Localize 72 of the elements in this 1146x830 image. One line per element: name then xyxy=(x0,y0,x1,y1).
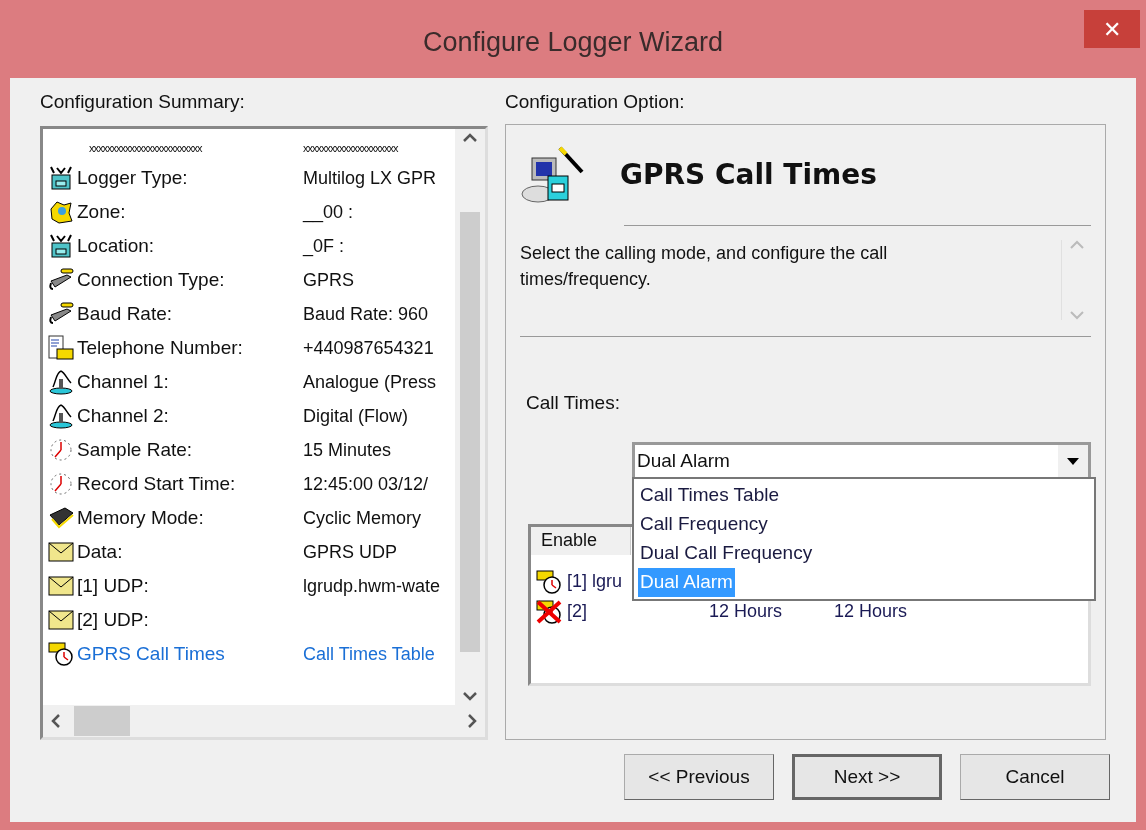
summary-label: Logger Type: xyxy=(77,165,189,190)
column-header: Enable xyxy=(531,526,631,555)
scroll-down-icon[interactable] xyxy=(463,692,477,701)
summary-label: GPRS Call Times xyxy=(77,641,226,666)
vertical-scrollbar[interactable] xyxy=(455,129,485,705)
scrollbar-thumb[interactable] xyxy=(460,212,480,652)
dropdown-option[interactable]: Call Times Table xyxy=(638,481,782,510)
summary-label: Sample Rate: xyxy=(77,437,194,462)
table-cell-text: [2] xyxy=(567,600,587,623)
section-label: Configuration Summary: xyxy=(40,90,246,114)
summary-value: GPRS xyxy=(303,268,354,292)
summary-label: Channel 1: xyxy=(77,369,170,394)
summary-label: Connection Type: xyxy=(77,267,226,292)
phone-clock-icon xyxy=(47,641,75,667)
summary-label: Memory Mode: xyxy=(77,505,205,530)
caret-icon xyxy=(1067,458,1079,465)
sensor-icon xyxy=(47,403,75,429)
close-button[interactable]: ✕ xyxy=(1084,10,1140,48)
scroll-left-icon[interactable] xyxy=(51,714,60,728)
summary-value: lgrudp.hwm-wate xyxy=(303,574,441,598)
connector-icon xyxy=(47,267,75,293)
summary-value: +440987654321 xyxy=(303,336,434,360)
table-cell-text: 12 Hours xyxy=(709,600,783,623)
summary-value: Cyclic Memory xyxy=(303,506,421,530)
clock-icon xyxy=(47,437,75,463)
summary-value: Call Times Table xyxy=(303,642,435,666)
connector-icon xyxy=(47,301,75,327)
summary-value: Baud Rate: 960 xyxy=(303,302,429,326)
summary-label: Data: xyxy=(77,539,124,564)
wizard-button[interactable]: << Previous xyxy=(624,754,774,800)
header-text: xxxxxxxxxxxxxxxxxxxxxxxxx xyxy=(89,140,203,156)
summary-label: Location: xyxy=(77,233,156,258)
wizard-button[interactable]: Next >> xyxy=(792,754,942,800)
wizard-button[interactable]: Cancel xyxy=(960,754,1110,800)
option-description: Select the calling mode, and configure the call times/frequency. xyxy=(520,242,889,291)
table-cell-text: [1] lgru xyxy=(567,570,623,593)
horizontal-scrollbar[interactable] xyxy=(43,705,485,737)
summary-value: 15 Minutes xyxy=(303,438,392,462)
envelope-icon xyxy=(47,573,75,599)
scrollbar-thumb[interactable] xyxy=(74,706,130,736)
sensor-icon xyxy=(47,369,75,395)
summary-value: GPRS UDP xyxy=(303,540,398,564)
summary-label: [1] UDP: xyxy=(77,573,150,598)
summary-value: __00 : xyxy=(303,200,354,225)
summary-value: Multilog LX GPR xyxy=(303,166,437,190)
summary-label: Channel 2: xyxy=(77,403,170,428)
summary-value: _0F : xyxy=(303,234,345,259)
summary-value: Digital (Flow) xyxy=(303,404,408,428)
summary-label: Zone: xyxy=(77,199,127,224)
call-times-label: Call Times: xyxy=(526,391,621,415)
option-title: GPRS Call Times xyxy=(620,157,877,193)
summary-value: Analogue (Press xyxy=(303,370,437,394)
antenna-logger-icon xyxy=(47,165,75,191)
summary-label: Baud Rate: xyxy=(77,301,174,326)
header-text: xxxxxxxxxxxxxxxxxxxxx xyxy=(303,140,398,156)
memory-chip-icon xyxy=(47,505,75,531)
dropdown-option[interactable]: Call Frequency xyxy=(638,510,770,539)
scroll-up-icon[interactable] xyxy=(463,133,477,142)
envelope-icon xyxy=(47,607,75,633)
envelope-icon xyxy=(47,539,75,565)
scroll-right-icon[interactable] xyxy=(468,714,477,728)
window-title: Configure Logger Wizard xyxy=(422,26,724,59)
telephone-document-icon xyxy=(47,335,75,361)
summary-label: [2] UDP: xyxy=(77,607,150,632)
summary-label: Record Start Time: xyxy=(77,471,237,496)
dropdown-option[interactable]: Dual Call Frequency xyxy=(638,539,815,568)
antenna-logger-icon xyxy=(47,233,75,259)
section-label: Configuration Option: xyxy=(505,90,686,114)
summary-value: 12:45:00 03/12/ xyxy=(303,472,429,496)
table-cell-text: 12 Hours xyxy=(834,600,908,623)
summary-label: Telephone Number: xyxy=(77,335,244,360)
clock-icon xyxy=(47,471,75,497)
